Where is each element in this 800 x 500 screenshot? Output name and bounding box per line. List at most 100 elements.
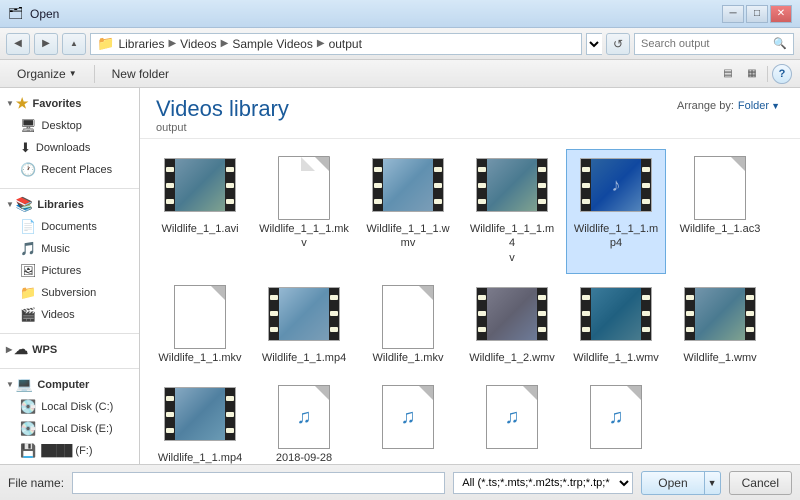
sidebar-item-drive-f-label: ████ (F:) [41, 445, 92, 457]
file-name-6: Wildlife_1_1.ac3 [680, 222, 761, 236]
disk-e-icon: 💽 [20, 421, 36, 437]
video-thumbnail-4 [476, 158, 548, 212]
file-item-1[interactable]: Wildlife_1_1.avi [150, 149, 250, 274]
path-libraries[interactable]: Libraries [118, 37, 164, 51]
new-folder-button[interactable]: New folder [103, 63, 178, 85]
file-item-14[interactable]: ♫ 2018-09-2811.17.10.mp4 [254, 378, 354, 464]
libraries-icon: 📚 [16, 196, 33, 213]
open-button[interactable]: Open [641, 471, 704, 495]
file-item-11[interactable]: Wildlife_1_1.wmv [566, 278, 666, 374]
sidebar-divider-2 [0, 330, 139, 334]
sidebar-item-desktop[interactable]: 🖥 Desktop [0, 115, 139, 137]
sidebar-item-drive-f[interactable]: 💾 ████ (F:) [0, 440, 139, 462]
file-name-5: Wildlife_1_1_1.mp4 [574, 222, 658, 251]
filetype-select[interactable]: All (*.ts;*.mts;*.m2ts;*.trp;*.tp;* [453, 472, 633, 494]
address-path[interactable]: 📁 Libraries ▶ Videos ▶ Sample Videos ▶ o… [90, 33, 582, 55]
favorites-header[interactable]: ▼ ★ Favorites [0, 92, 139, 115]
file-thumb-16: ♫ [476, 387, 548, 447]
sidebar-item-pictures[interactable]: 🖼 Pictures [0, 260, 139, 282]
open-dropdown-button[interactable]: ▼ [705, 471, 721, 495]
file-item-6[interactable]: Wildlife_1_1.ac3 [670, 149, 770, 274]
sidebar-item-local-c[interactable]: 💽 Local Disk (C:) [0, 396, 139, 418]
up-button[interactable]: ▲ [62, 33, 86, 55]
path-dropdown[interactable] [586, 33, 602, 55]
view-separator [767, 66, 768, 82]
wps-header[interactable]: ▶ ☁ WPS [0, 338, 139, 361]
file-item-9[interactable]: Wildlife_1.mkv [358, 278, 458, 374]
cancel-button[interactable]: Cancel [729, 471, 792, 495]
title-bar: 🗂 Open ─ □ ✕ [0, 0, 800, 28]
file-thumb-8 [268, 287, 340, 347]
file-thumb-3 [372, 158, 444, 218]
filename-input[interactable] [72, 472, 445, 494]
details-pane-button[interactable]: ▦ [741, 64, 763, 84]
file-thumb-9 [372, 287, 444, 347]
file-item-4[interactable]: Wildlife_1_1_1.m4v [462, 149, 562, 274]
preview-pane-button[interactable]: ▤ [717, 64, 739, 84]
path-arrow-1: ▶ [168, 38, 176, 49]
file-item-12[interactable]: Wildlife_1.wmv [670, 278, 770, 374]
filename-label: File name: [8, 476, 64, 490]
arrange-value: Folder [738, 100, 769, 112]
file-item-16[interactable]: ♫ [462, 378, 562, 464]
refresh-button[interactable]: ↺ [606, 33, 630, 55]
organize-button[interactable]: Organize ▼ [8, 63, 86, 85]
file-item-13[interactable]: Wildlife_1_1.mp4 [150, 378, 250, 464]
file-item-15[interactable]: ♫ [358, 378, 458, 464]
file-name-10: Wildlife_1_2.wmv [469, 351, 555, 365]
bottom-bar: File name: All (*.ts;*.mts;*.m2ts;*.trp;… [0, 464, 800, 500]
video-thumbnail-10 [476, 287, 548, 341]
sidebar-item-recent-places[interactable]: 🕐 Recent Places [0, 159, 139, 181]
forward-button[interactable]: ▶ [34, 33, 58, 55]
file-thumb-12 [684, 287, 756, 347]
file-item-7[interactable]: Wildlife_1_1.mkv [150, 278, 250, 374]
file-item-17[interactable]: ♫ [566, 378, 666, 464]
pictures-icon: 🖼 [20, 263, 37, 279]
path-videos[interactable]: Videos [180, 37, 216, 51]
file-name-2: Wildlife_1_1_1.mkv [259, 222, 349, 251]
sidebar-item-local-e[interactable]: 💽 Local Disk (E:) [0, 418, 139, 440]
file-item-2[interactable]: Wildlife_1_1_1.mkv [254, 149, 354, 274]
favorites-expand-icon: ▼ [6, 99, 14, 108]
libraries-header[interactable]: ▼ 📚 Libraries [0, 193, 139, 216]
film-strip-left-1 [165, 159, 175, 211]
path-output[interactable]: output [329, 37, 362, 51]
file-item-3[interactable]: Wildlife_1_1_1.wmv [358, 149, 458, 274]
sidebar-item-downloads[interactable]: ⬇ Downloads [0, 137, 139, 159]
sidebar-item-subversion[interactable]: 📁 Subversion [0, 282, 139, 304]
computer-header[interactable]: ▼ 💻 Computer [0, 373, 139, 396]
sidebar-item-videos[interactable]: 🎬 Videos [0, 304, 139, 326]
video-content-1 [175, 159, 225, 211]
arrange-by-dropdown[interactable]: Folder ▼ [738, 100, 780, 112]
disk-c-icon: 💽 [20, 399, 36, 415]
file-name-8: Wildlife_1_1.mp4 [262, 351, 346, 365]
wps-section: ▶ ☁ WPS [0, 338, 139, 361]
close-button[interactable]: ✕ [770, 5, 792, 23]
maximize-button[interactable]: □ [746, 5, 768, 23]
file-item-8[interactable]: Wildlife_1_1.mp4 [254, 278, 354, 374]
file-thumb-10 [476, 287, 548, 347]
open-btn-group: Open ▼ [641, 471, 720, 495]
path-arrow-3: ▶ [317, 38, 325, 49]
path-arrow-2: ▶ [221, 38, 229, 49]
file-thumb-14: ♫ [268, 387, 340, 447]
minimize-button[interactable]: ─ [722, 5, 744, 23]
help-button[interactable]: ? [772, 64, 792, 84]
sidebar-item-drive-g[interactable]: 💾 ████ (G:) [0, 462, 139, 464]
file-item-10[interactable]: Wildlife_1_2.wmv [462, 278, 562, 374]
music-doc-thumb-16: ♫ [486, 385, 538, 449]
back-button[interactable]: ◀ [6, 33, 30, 55]
music-note-icon: ♫ [297, 406, 312, 429]
music-doc-thumb-15: ♫ [382, 385, 434, 449]
video-thumbnail-11 [580, 287, 652, 341]
file-name-3: Wildlife_1_1_1.wmv [366, 222, 449, 251]
path-sample-videos[interactable]: Sample Videos [232, 37, 313, 51]
computer-icon: 💻 [16, 376, 33, 393]
window-controls: ─ □ ✕ [722, 5, 792, 23]
doc-thumb-7 [174, 285, 226, 349]
sidebar-item-music[interactable]: 🎵 Music [0, 238, 139, 260]
file-thumb-1 [164, 158, 236, 218]
sidebar-item-documents[interactable]: 📄 Documents [0, 216, 139, 238]
file-item-5[interactable]: ♪ Wildlife_1_1_1.mp4 [566, 149, 666, 274]
search-input[interactable] [641, 38, 773, 50]
